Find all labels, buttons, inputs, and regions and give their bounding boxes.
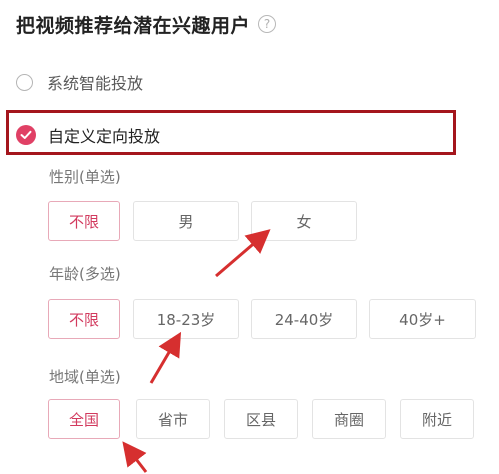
gender-option-female[interactable]: 女 — [251, 201, 357, 241]
checkmark-icon — [20, 130, 32, 139]
radio-custom-delivery[interactable]: 自定义定向投放 — [16, 123, 160, 147]
red-arrow-icon — [149, 331, 182, 384]
age-option-18-23[interactable]: 18-23岁 — [133, 299, 239, 339]
radio-smart-delivery-label: 系统智能投放 — [47, 74, 144, 93]
region-option-nearby[interactable]: 附近 — [400, 399, 474, 439]
help-icon[interactable]: ? — [258, 15, 277, 33]
page-title: 把视频推荐给潜在兴趣用户 — [16, 14, 251, 37]
gender-option-male[interactable]: 男 — [133, 201, 239, 241]
age-option-40-plus[interactable]: 40岁+ — [369, 299, 476, 339]
radio-smart-delivery[interactable]: 系统智能投放 — [16, 70, 143, 94]
title-row: 把视频推荐给潜在兴趣用户 ? — [16, 8, 277, 40]
check-circle-icon[interactable] — [16, 125, 36, 145]
radio-circle-icon[interactable] — [16, 73, 33, 91]
age-section-label: 年龄(多选) — [49, 265, 121, 283]
region-option-province-city[interactable]: 省市 — [136, 399, 210, 439]
gender-option-any[interactable]: 不限 — [48, 201, 120, 241]
age-option-24-40[interactable]: 24-40岁 — [251, 299, 357, 339]
region-section-label: 地域(单选) — [49, 368, 121, 386]
red-arrow-icon — [122, 441, 148, 473]
region-option-business-area[interactable]: 商圈 — [312, 399, 386, 439]
radio-custom-delivery-label: 自定义定向投放 — [48, 127, 161, 146]
age-option-any[interactable]: 不限 — [48, 299, 120, 339]
region-option-district[interactable]: 区县 — [224, 399, 298, 439]
gender-section-label: 性别(单选) — [49, 168, 121, 186]
region-option-nationwide[interactable]: 全国 — [48, 399, 120, 439]
